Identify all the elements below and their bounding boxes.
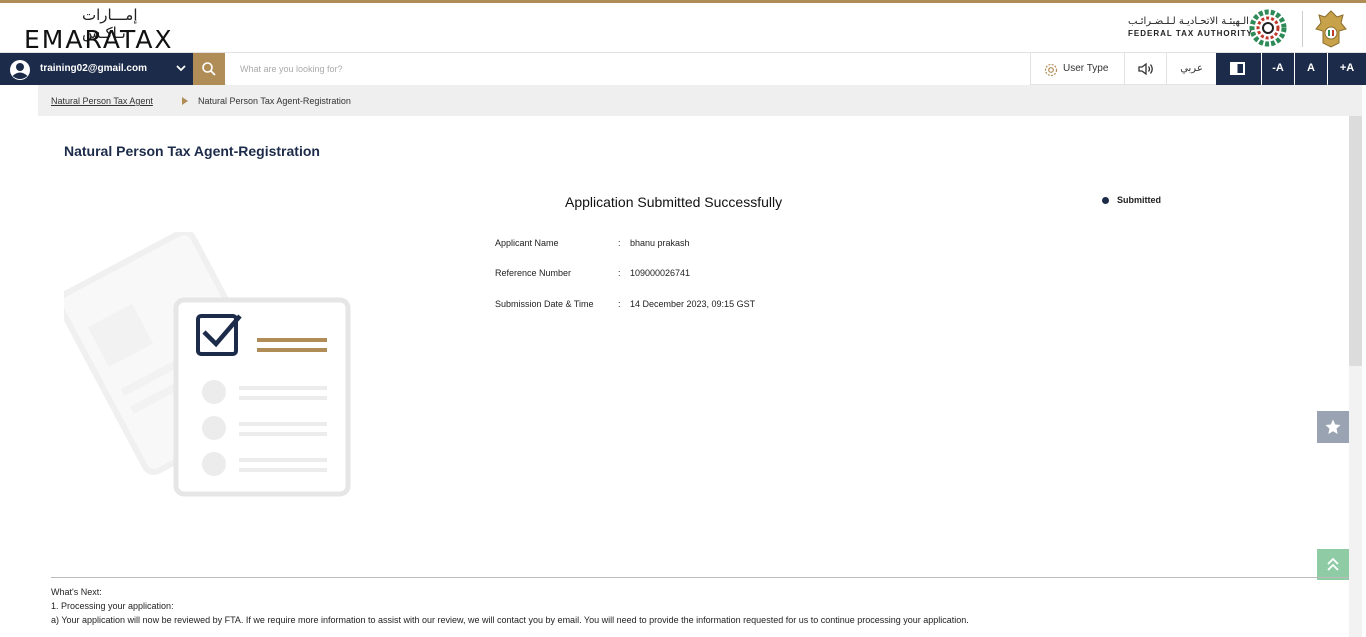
search-icon <box>202 62 216 76</box>
detail-separator: : <box>618 238 621 248</box>
success-message: Application Submitted Successfully <box>565 194 783 210</box>
font-decrease-button[interactable]: -A <box>1262 53 1294 85</box>
detail-label: Submission Date & Time <box>495 299 594 309</box>
emaratax-logo[interactable]: إمـــارات تـاكـس EMARATAX <box>24 6 174 54</box>
speaker-icon <box>1138 62 1153 76</box>
double-chevron-up-icon <box>1327 557 1339 571</box>
logo-text: EMARATAX <box>24 25 174 54</box>
application-document-illustration <box>64 232 351 497</box>
detail-label: Applicant Name <box>495 238 559 248</box>
brand-header: إمـــارات تـاكـس EMARATAX الـهيئـة الاتح… <box>0 3 1366 54</box>
search-button[interactable] <box>193 53 225 85</box>
detail-value: 14 December 2023, 09:15 GST <box>630 299 756 309</box>
font-normal-button[interactable]: A <box>1295 53 1327 85</box>
page-title: Natural Person Tax Agent-Registration <box>64 143 320 159</box>
header-divider <box>1302 11 1303 47</box>
font-increase-button[interactable]: +A <box>1328 53 1366 85</box>
user-type-button[interactable]: User Type <box>1030 53 1124 85</box>
favorite-button[interactable] <box>1317 411 1349 443</box>
next-steps-heading: What's Next: <box>51 587 102 597</box>
scroll-to-top-button[interactable] <box>1317 549 1349 580</box>
detail-label: Reference Number <box>495 268 572 278</box>
status-dot-icon <box>1102 197 1109 204</box>
uae-emblem-icon <box>1315 10 1347 48</box>
breadcrumb-current: Natural Person Tax Agent-Registration <box>198 96 351 106</box>
next-steps-subitem: a) Your application will now be reviewed… <box>51 615 969 625</box>
gear-icon <box>1044 63 1058 77</box>
user-type-label: User Type <box>1063 63 1109 74</box>
next-steps-item: 1. Processing your application: <box>51 601 174 611</box>
status-label: Submitted <box>1117 195 1161 205</box>
fta-emblem-icon <box>1249 9 1287 47</box>
section-divider <box>51 577 1349 578</box>
star-icon <box>1325 419 1341 434</box>
text-to-speech-button[interactable] <box>1124 53 1166 85</box>
top-navbar: training02@gmail.com User Type عربي -A A… <box>0 52 1366 85</box>
breadcrumb-arrow-icon <box>182 97 188 105</box>
fta-logo[interactable]: الـهيئـة الاتحـاديـة لـلـضـرائـب FEDERAL… <box>1122 8 1292 50</box>
detail-value: bhanu prakash <box>630 238 690 248</box>
fta-arabic-name: الـهيئـة الاتحـاديـة لـلـضـرائـب <box>1128 16 1249 27</box>
user-avatar-icon <box>10 60 30 80</box>
contrast-icon <box>1230 62 1245 75</box>
detail-separator: : <box>618 299 621 309</box>
language-toggle[interactable]: عربي <box>1166 53 1216 85</box>
detail-separator: : <box>618 268 621 278</box>
contrast-toggle-button[interactable] <box>1216 53 1261 85</box>
user-email: training02@gmail.com <box>40 63 147 74</box>
fta-english-name: FEDERAL TAX AUTHORITY <box>1128 29 1253 38</box>
detail-value: 109000026741 <box>630 268 691 278</box>
breadcrumb: Natural Person Tax Agent Natural Person … <box>38 85 1362 116</box>
scrollbar-thumb[interactable] <box>1349 116 1362 366</box>
search-input[interactable] <box>226 53 1030 85</box>
user-menu-button[interactable]: training02@gmail.com <box>0 53 193 85</box>
chevron-down-icon <box>176 65 186 72</box>
breadcrumb-link-parent[interactable]: Natural Person Tax Agent <box>51 96 153 106</box>
